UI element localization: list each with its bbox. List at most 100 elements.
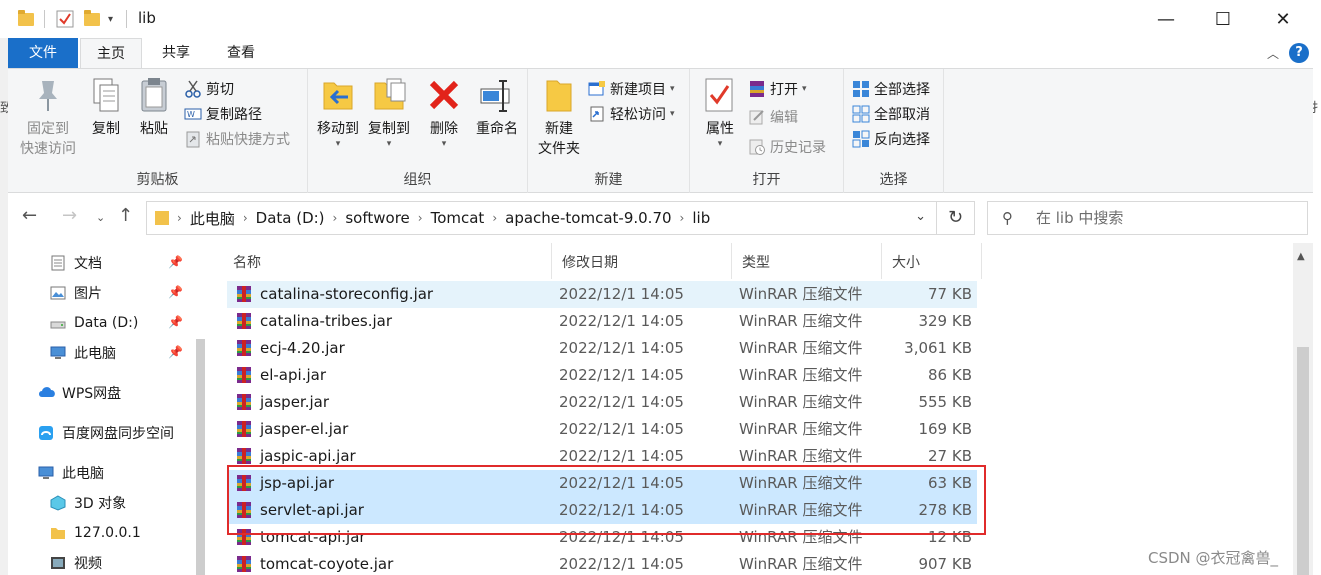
nav-item-localhost[interactable]: 127.0.0.1 bbox=[50, 518, 200, 548]
edit-button[interactable]: 编辑 bbox=[748, 105, 798, 129]
group-select: 全部选择 全部取消 反向选择 选择 bbox=[844, 69, 944, 193]
chevron-right-icon[interactable]: › bbox=[416, 211, 425, 225]
select-none-button[interactable]: 全部取消 bbox=[852, 102, 930, 126]
properties-button[interactable]: 属性 ▾ bbox=[698, 75, 742, 149]
open-label: 打开 bbox=[770, 82, 798, 98]
delete-button[interactable]: 删除 ▾ bbox=[422, 75, 466, 149]
nav-item-3d-objects[interactable]: 3D 对象 bbox=[50, 488, 200, 518]
file-date: 2022/12/1 14:05 bbox=[559, 420, 684, 438]
pin-to-quick-access-button[interactable]: 固定到 快速访问 bbox=[16, 75, 80, 159]
paste-button[interactable]: 粘贴 bbox=[134, 75, 174, 139]
file-row[interactable]: el-api.jar 2022/12/1 14:05 WinRAR 压缩文件 86 K… bbox=[227, 362, 977, 389]
invert-selection-icon bbox=[852, 130, 870, 148]
file-name: tomcat-coyote.jar bbox=[260, 555, 394, 573]
easy-access-icon bbox=[588, 105, 606, 123]
recent-locations-chevron-icon[interactable]: ⌄ bbox=[96, 211, 105, 224]
file-name: jasper.jar bbox=[260, 393, 330, 411]
history-button[interactable]: 历史记录 bbox=[748, 135, 826, 159]
breadcrumb-item[interactable]: Tomcat bbox=[425, 209, 491, 227]
cut-button[interactable]: 剪切 bbox=[184, 77, 234, 101]
tab-view[interactable]: 查看 bbox=[210, 38, 272, 68]
invert-selection-button[interactable]: 反向选择 bbox=[852, 127, 930, 151]
pin-icon[interactable]: 📌 bbox=[168, 285, 183, 299]
up-arrow-icon[interactable]: ↑ bbox=[118, 205, 133, 226]
breadcrumb-item[interactable]: lib bbox=[686, 209, 716, 227]
background-window-edge bbox=[0, 38, 8, 575]
chevron-right-icon[interactable]: › bbox=[678, 211, 687, 225]
file-row[interactable]: catalina-tribes.jar 2022/12/1 14:05 WinRAR… bbox=[227, 308, 977, 335]
move-to-button[interactable]: 移动到 ▾ bbox=[313, 75, 363, 149]
search-box[interactable]: ⚲ bbox=[987, 201, 1308, 235]
breadcrumb-item[interactable]: Data (D:) bbox=[250, 209, 331, 227]
chevron-right-icon[interactable]: › bbox=[490, 211, 499, 225]
breadcrumb-item[interactable]: softwore bbox=[339, 209, 415, 227]
customize-quick-access-icon[interactable]: ▾ bbox=[108, 9, 113, 29]
copy-label: 复制 bbox=[92, 121, 120, 137]
winrar-archive-icon bbox=[235, 447, 253, 465]
rename-button[interactable]: 重命名 bbox=[470, 75, 524, 139]
address-history-chevron-icon[interactable]: ⌄ bbox=[915, 209, 926, 224]
file-date: 2022/12/1 14:05 bbox=[559, 366, 684, 384]
tab-file[interactable]: 文件 bbox=[8, 38, 78, 68]
search-input[interactable] bbox=[1036, 202, 1296, 234]
copy-button[interactable]: 复制 bbox=[86, 75, 126, 139]
column-header-date[interactable]: 修改日期 bbox=[552, 243, 732, 279]
address-bar[interactable]: › 此电脑 › Data (D:) › softwore › Tomcat › … bbox=[146, 201, 975, 235]
move-to-label: 移动到 bbox=[317, 121, 359, 137]
open-button[interactable]: 打开 ▾ bbox=[748, 77, 807, 101]
nav-item-baidu-sync[interactable]: 百度网盘同步空间 bbox=[38, 418, 198, 448]
forward-arrow-icon[interactable]: → bbox=[62, 205, 77, 226]
file-row[interactable]: jasper-el.jar 2022/12/1 14:05 WinRAR 压缩文件 1… bbox=[227, 416, 977, 443]
nav-pane-scrollbar[interactable] bbox=[196, 339, 205, 575]
nav-item-label: 127.0.0.1 bbox=[74, 525, 141, 541]
nav-item-videos[interactable]: 视频 bbox=[50, 548, 200, 575]
new-item-button[interactable]: 新建项目 ▾ bbox=[588, 77, 675, 101]
group-organize: 移动到 ▾ 复制到 ▾ 删除 ▾ 重命名 组织 bbox=[308, 69, 528, 193]
tab-home[interactable]: 主页 bbox=[80, 38, 142, 69]
pin-icon[interactable]: 📌 bbox=[168, 315, 183, 329]
pin-icon[interactable]: 📌 bbox=[168, 345, 183, 359]
pin-icon[interactable]: 📌 bbox=[168, 255, 183, 269]
nav-item-label: Data (D:) bbox=[74, 315, 139, 331]
computer-icon bbox=[50, 345, 68, 361]
nav-item-label: 图片 bbox=[74, 286, 102, 302]
close-button[interactable]: ✕ bbox=[1252, 0, 1314, 38]
new-folder-button[interactable]: 新建 文件夹 bbox=[532, 75, 586, 159]
column-header-name[interactable]: 名称 bbox=[223, 243, 552, 279]
file-row[interactable]: catalina-storeconfig.jar 2022/12/1 14:05 W… bbox=[227, 281, 977, 308]
breadcrumb-item[interactable]: apache-tomcat-9.0.70 bbox=[499, 209, 677, 227]
file-row[interactable]: jasper.jar 2022/12/1 14:05 WinRAR 压缩文件 555 … bbox=[227, 389, 977, 416]
refresh-icon[interactable]: ↻ bbox=[936, 202, 974, 234]
file-type: WinRAR 压缩文件 bbox=[739, 420, 863, 438]
chevron-right-icon[interactable]: › bbox=[175, 211, 184, 225]
copy-to-button[interactable]: 复制到 ▾ bbox=[364, 75, 414, 149]
easy-access-button[interactable]: 轻松访问 ▾ bbox=[588, 102, 675, 126]
tab-share[interactable]: 共享 bbox=[146, 38, 206, 68]
scroll-thumb[interactable] bbox=[1297, 347, 1309, 575]
help-icon[interactable]: ? bbox=[1289, 43, 1309, 63]
chevron-right-icon[interactable]: › bbox=[241, 211, 250, 225]
nav-item-label: WPS网盘 bbox=[62, 386, 122, 402]
properties-quick-icon[interactable] bbox=[56, 9, 74, 29]
collapse-ribbon-icon[interactable]: ︿ bbox=[1267, 45, 1279, 62]
column-header-size[interactable]: 大小 bbox=[882, 243, 982, 279]
file-row[interactable]: ecj-4.20.jar 2022/12/1 14:05 WinRAR 压缩文件 3,… bbox=[227, 335, 977, 362]
minimize-button[interactable]: — bbox=[1135, 0, 1197, 38]
file-row[interactable]: tomcat-coyote.jar 2022/12/1 14:05 WinRAR 压… bbox=[227, 551, 977, 575]
dropdown-arrow-icon: ▾ bbox=[670, 109, 675, 119]
select-all-button[interactable]: 全部选择 bbox=[852, 77, 930, 101]
back-arrow-icon[interactable]: ← bbox=[22, 205, 37, 226]
new-folder-quick-icon[interactable] bbox=[84, 9, 100, 29]
file-size: 77 KB bbox=[928, 285, 972, 303]
scroll-up-arrow-icon[interactable]: ▲ bbox=[1297, 251, 1305, 262]
copy-to-icon bbox=[371, 75, 407, 115]
paste-shortcut-button[interactable]: 粘贴快捷方式 bbox=[184, 127, 290, 151]
maximize-button[interactable]: ☐ bbox=[1192, 0, 1254, 38]
column-header-type[interactable]: 类型 bbox=[732, 243, 882, 279]
file-name: el-api.jar bbox=[260, 366, 326, 384]
chevron-right-icon[interactable]: › bbox=[331, 211, 340, 225]
breadcrumb-item[interactable]: 此电脑 bbox=[184, 208, 241, 229]
copy-path-button[interactable]: W 复制路径 bbox=[184, 102, 262, 126]
file-list-scrollbar[interactable]: ▲ bbox=[1293, 243, 1313, 575]
nav-item-label: 视频 bbox=[74, 556, 102, 572]
